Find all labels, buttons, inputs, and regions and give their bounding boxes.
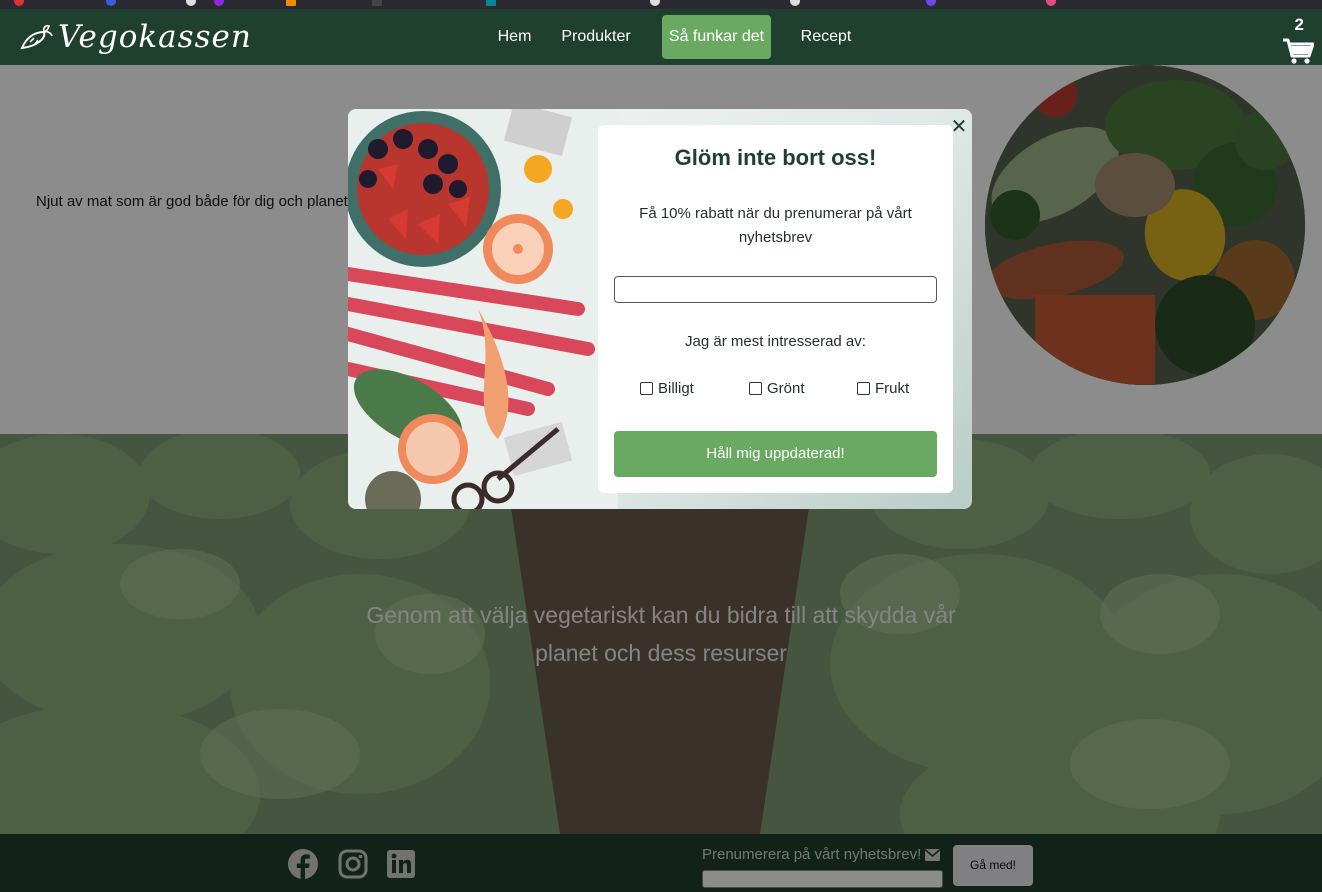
newsletter-form-card: Glöm inte bort oss! Få 10% rabatt när du… bbox=[598, 125, 953, 493]
tab-favicon[interactable] bbox=[14, 0, 24, 6]
billigt-checkbox[interactable] bbox=[640, 382, 653, 395]
interest-label: Jag är mest intresserad av: bbox=[685, 333, 866, 350]
tab-favicon[interactable] bbox=[372, 0, 382, 6]
tab-favicon[interactable] bbox=[790, 0, 800, 6]
top-navbar: Vegokassen Hem Produkter Så funkar det R… bbox=[0, 9, 1322, 65]
modal-description: Få 10% rabatt när du prenumerar på vårt … bbox=[639, 205, 912, 246]
subscribe-submit-button[interactable]: Håll mig uppdaterad! bbox=[614, 431, 937, 477]
option-frukt[interactable]: Frukt bbox=[857, 380, 909, 397]
browser-tab-strip bbox=[0, 0, 1322, 9]
cart-button[interactable]: 2 bbox=[1276, 13, 1316, 65]
nav-link-hem[interactable]: Hem bbox=[489, 15, 540, 59]
tab-favicon[interactable] bbox=[926, 0, 936, 6]
option-label: Frukt bbox=[875, 380, 910, 397]
newsletter-email-field[interactable] bbox=[614, 276, 937, 303]
tab-favicon[interactable] bbox=[214, 0, 224, 6]
option-gront[interactable]: Grönt bbox=[749, 380, 805, 397]
gront-checkbox[interactable] bbox=[749, 382, 762, 395]
fruit-flatlay-image bbox=[348, 109, 618, 509]
tab-favicon[interactable] bbox=[286, 0, 296, 6]
tab-favicon[interactable] bbox=[186, 0, 196, 6]
nav-link-recept[interactable]: Recept bbox=[794, 15, 858, 59]
tab-favicon[interactable] bbox=[486, 0, 496, 6]
carrot-icon bbox=[20, 24, 53, 50]
tab-favicon[interactable] bbox=[106, 0, 116, 6]
brand-logo[interactable]: Vegokassen bbox=[16, 15, 252, 59]
nav-link-sa-funkar-det[interactable]: Så funkar det bbox=[662, 15, 771, 59]
brand-name: Vegokassen bbox=[58, 19, 252, 55]
cart-icon bbox=[1283, 38, 1314, 64]
tab-favicon[interactable] bbox=[1046, 0, 1056, 6]
option-label: Grönt bbox=[767, 380, 805, 397]
newsletter-modal: Glöm inte bort oss! Få 10% rabatt när du… bbox=[348, 109, 972, 509]
frukt-checkbox[interactable] bbox=[857, 382, 870, 395]
option-label: Billigt bbox=[658, 380, 694, 397]
close-icon[interactable]: ✕ bbox=[950, 117, 968, 137]
tab-favicon[interactable] bbox=[650, 0, 660, 6]
option-billigt[interactable]: Billigt bbox=[640, 380, 694, 397]
nav-link-produkter[interactable]: Produkter bbox=[553, 15, 639, 59]
cart-count-badge: 2 bbox=[1294, 15, 1304, 34]
modal-title: Glöm inte bort oss! bbox=[674, 145, 877, 170]
